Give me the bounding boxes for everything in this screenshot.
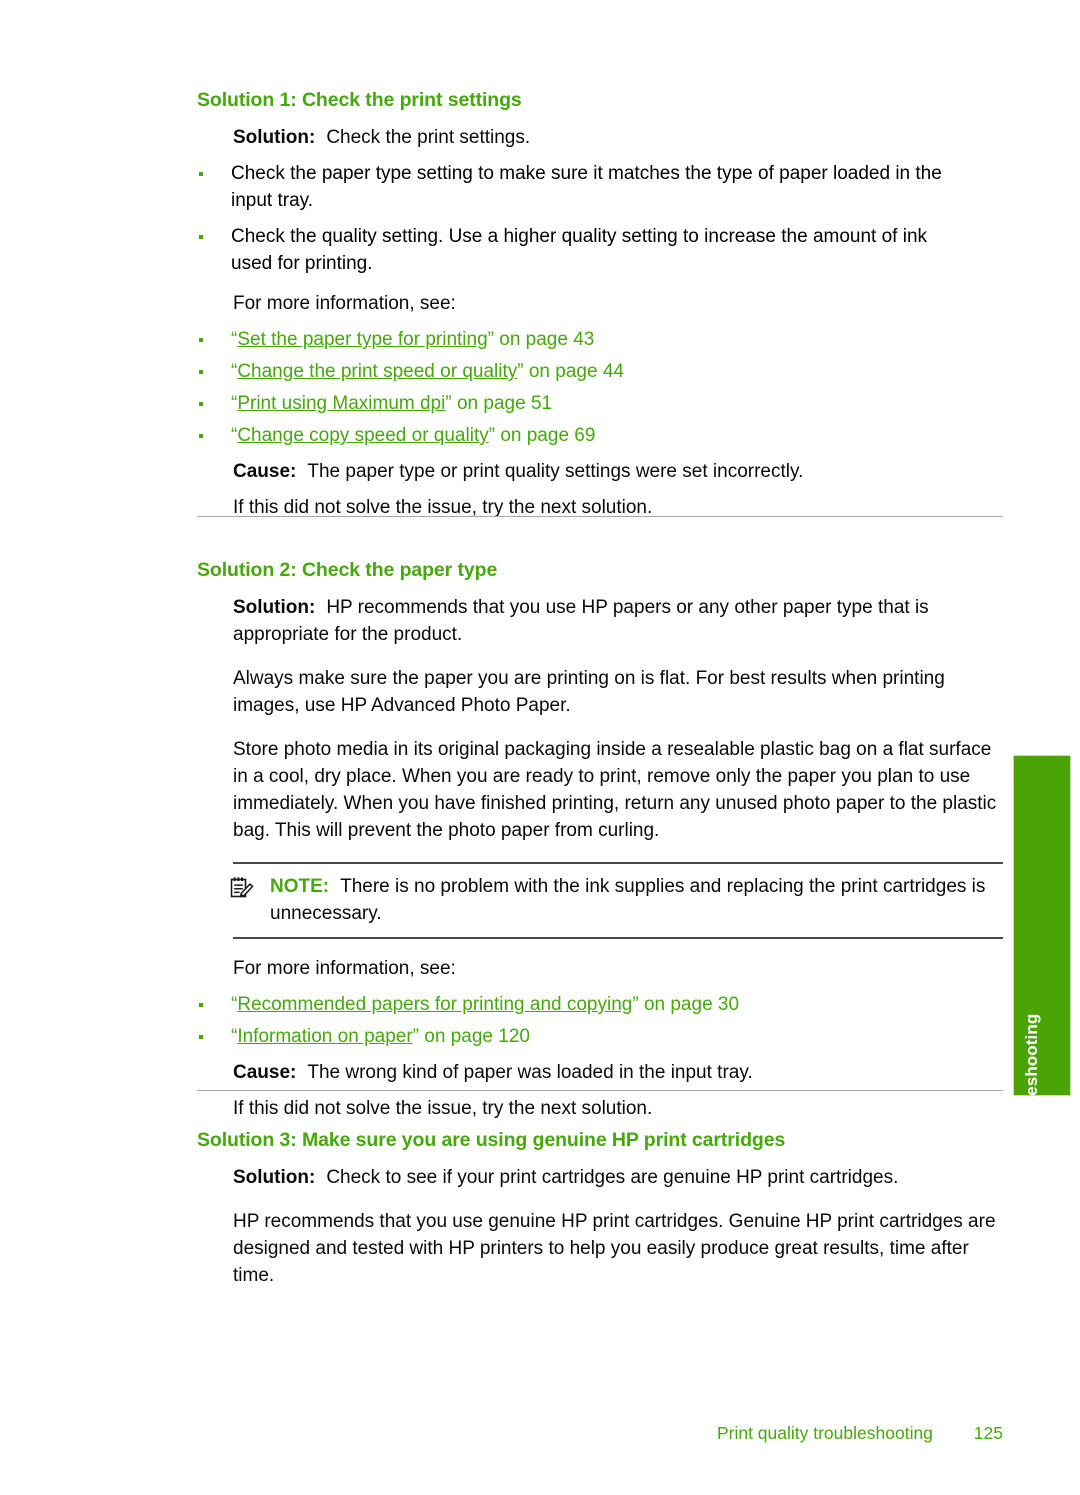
section-2-paragraph-2-block: Store photo media in its original packag… [233, 737, 1003, 845]
list-item[interactable]: “Print using Maximum dpi” on page 51 [197, 391, 967, 418]
cause-label: Cause: [233, 461, 297, 483]
note-box: NOTE: There is no problem with the ink su… [230, 862, 1003, 940]
note-text: There is no problem with the ink supplie… [270, 876, 986, 925]
note-label: NOTE: [270, 876, 330, 898]
section-2-cause-paragraph: Cause: The wrong kind of paper was loaded… [233, 1060, 1003, 1087]
section-1-next-block: If this did not solve the issue, try the… [233, 495, 1003, 522]
section-solution-1: Solution 1: Check the print settings Sol… [197, 88, 1003, 522]
list-item[interactable]: “Change the print speed or quality” on p… [197, 359, 967, 386]
cross-reference-link[interactable]: “Change copy speed or quality” on page 6… [231, 425, 595, 446]
section-1-solution-text: Check the print settings. [326, 127, 531, 149]
section-1-steps-list: Check the paper type setting to make sur… [197, 161, 967, 278]
section-1-more-info-intro: For more information, see: [233, 293, 456, 315]
solution-label: Solution: [233, 597, 316, 619]
section-divider-1 [197, 516, 1003, 517]
section-3-solution-block: Solution: Check to see if your print cart… [233, 1165, 1003, 1192]
list-item[interactable]: “Recommended papers for printing and cop… [197, 992, 967, 1019]
document-page: Solution 1: Check the print settings Sol… [0, 0, 1080, 1495]
note-body: NOTE: There is no problem with the ink su… [230, 874, 1003, 928]
section-2-cause-block: Cause: The wrong kind of paper was loaded… [233, 1060, 1003, 1087]
section-2-cause-text: The wrong kind of paper was loaded in th… [307, 1061, 753, 1083]
footer-section-title: Print quality troubleshooting [716, 1423, 933, 1443]
link-page-number: 69 [574, 425, 596, 447]
section-1-solution-block: Solution: Check the print settings. [233, 125, 1003, 152]
section-1-step-2: Check the quality setting. Use a higher … [231, 226, 928, 275]
section-solution-2: Solution 2: Check the paper type Solutio… [197, 558, 1003, 1123]
link-page-number: 120 [498, 1026, 530, 1047]
solution-label: Solution: [233, 1167, 316, 1189]
link-page-number: 51 [530, 393, 553, 415]
section-2-links-list: “Recommended papers for printing and cop… [197, 992, 967, 1051]
section-2-solution-text: HP recommends that you use HP papers or … [233, 597, 929, 646]
footer-page-number: 125 [973, 1423, 1003, 1443]
page-footer: Print quality troubleshooting 125 [197, 1423, 1003, 1444]
section-3-heading: Solution 3: Make sure you are using genu… [197, 1129, 786, 1151]
section-2-paragraph-2: Store photo media in its original packag… [233, 739, 997, 842]
section-2-heading: Solution 2: Check the paper type [197, 559, 498, 581]
section-2-paragraph-1-block: Always make sure the paper you are print… [233, 666, 1003, 720]
section-1-links-list: “Set the paper type for printing” on pag… [197, 327, 967, 450]
section-1-heading: Solution 1: Check the print settings [197, 89, 522, 111]
section-3-solution-text: Check to see if your print cartridges ar… [326, 1167, 899, 1189]
cause-label: Cause: [233, 1061, 297, 1083]
section-2-more-info-intro: For more information, see: [233, 958, 456, 980]
section-2-next-block: If this did not solve the issue, try the… [233, 1096, 1003, 1123]
cross-reference-link[interactable]: “Recommended papers for printing and cop… [231, 994, 739, 1015]
section-divider-2 [197, 1090, 1003, 1091]
cross-reference-link[interactable]: “Set the paper type for printing” on pag… [231, 329, 594, 350]
link-page-number: 44 [602, 361, 624, 383]
list-item: Check the paper type setting to make sur… [197, 161, 967, 215]
notepad-pencil-icon [229, 876, 255, 900]
list-item[interactable]: “Change copy speed or quality” on page 6… [197, 423, 967, 450]
section-1-cause-block: Cause: The paper type or print quality se… [233, 459, 1003, 486]
section-1-cause-paragraph: Cause: The paper type or print quality se… [233, 459, 1003, 486]
thumb-tab-label: Troubleshooting [1022, 1013, 1041, 1149]
section-2-next-text: If this did not solve the issue, try the… [233, 1097, 653, 1119]
list-item[interactable]: “Information on paper” on page 120 [197, 1024, 967, 1051]
section-solution-3: Solution 3: Make sure you are using genu… [197, 1128, 1003, 1290]
link-page-number: 43 [573, 329, 595, 351]
cross-reference-link[interactable]: “Information on paper” on page 120 [231, 1026, 530, 1047]
section-1-next-text: If this did not solve the issue, try the… [233, 497, 653, 519]
section-1-more-info-intro-block: For more information, see: [233, 291, 1003, 318]
section-1-cause-text: The paper type or print quality settings… [307, 461, 804, 483]
solution-label: Solution: [233, 127, 316, 149]
section-1-step-1: Check the paper type setting to make sur… [231, 163, 942, 212]
cross-reference-link[interactable]: “Print using Maximum dpi” on page 51 [231, 393, 552, 414]
section-2-more-info-intro-block: For more information, see: [233, 956, 1003, 983]
link-page-number: 30 [717, 994, 740, 1016]
section-3-paragraph-1-block: HP recommends that you use genuine HP pr… [233, 1209, 1003, 1290]
list-item: Check the quality setting. Use a higher … [197, 224, 967, 278]
section-3-paragraph-1: HP recommends that you use genuine HP pr… [233, 1211, 996, 1287]
list-item[interactable]: “Set the paper type for printing” on pag… [197, 327, 967, 354]
cross-reference-link[interactable]: “Change the print speed or quality” on p… [231, 361, 624, 382]
section-2-paragraph-1: Always make sure the paper you are print… [233, 668, 945, 717]
section-2-solution-paragraph: Solution: HP recommends that you use HP p… [233, 595, 1003, 649]
note-paragraph: NOTE: There is no problem with the ink su… [270, 874, 1003, 928]
section-3-solution-paragraph: Solution: Check to see if your print cart… [233, 1165, 1003, 1192]
thumb-tab-troubleshooting: Troubleshooting [1013, 755, 1071, 1148]
section-2-solution-block: Solution: HP recommends that you use HP p… [233, 595, 1003, 649]
section-1-solution-paragraph: Solution: Check the print settings. [233, 125, 1003, 152]
